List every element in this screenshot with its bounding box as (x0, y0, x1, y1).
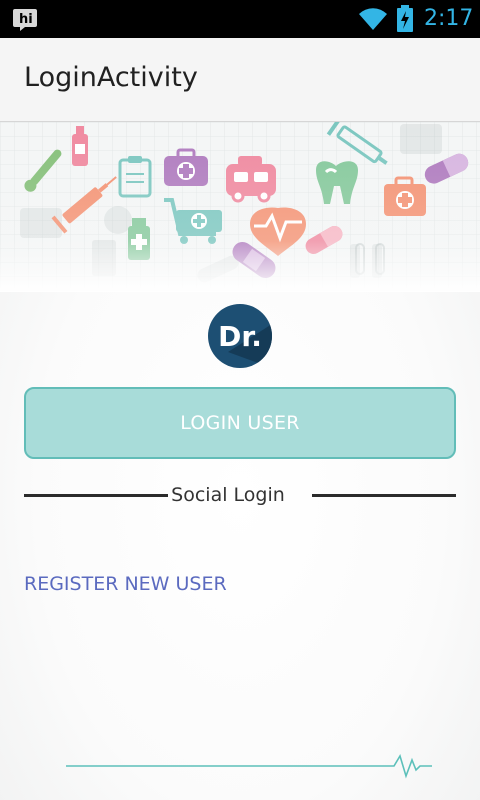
register-new-user-link[interactable]: REGISTER NEW USER (24, 573, 227, 595)
status-clock: 2:17 (424, 6, 474, 31)
page-title: LoginActivity (24, 62, 198, 93)
status-bar: hi 2:17 (0, 0, 480, 38)
login-button[interactable]: LOGIN USER (24, 387, 456, 459)
divider-left (24, 494, 168, 497)
social-login-label: Social Login (171, 484, 285, 506)
svg-text:hi: hi (19, 12, 33, 27)
logo-text: Dr. (218, 320, 262, 353)
login-screen: Dr. LOGIN USER Social Login REGISTER NEW… (0, 122, 480, 800)
divider-right (312, 494, 456, 497)
medical-banner (0, 122, 480, 292)
login-button-label: LOGIN USER (180, 412, 300, 434)
wifi-icon (359, 8, 387, 30)
battery-icon (397, 5, 413, 32)
hi-app-icon: hi (13, 9, 37, 31)
action-bar: LoginActivity (0, 38, 480, 122)
dr-logo: Dr. (208, 304, 272, 368)
heartbeat-line-icon (66, 754, 432, 779)
